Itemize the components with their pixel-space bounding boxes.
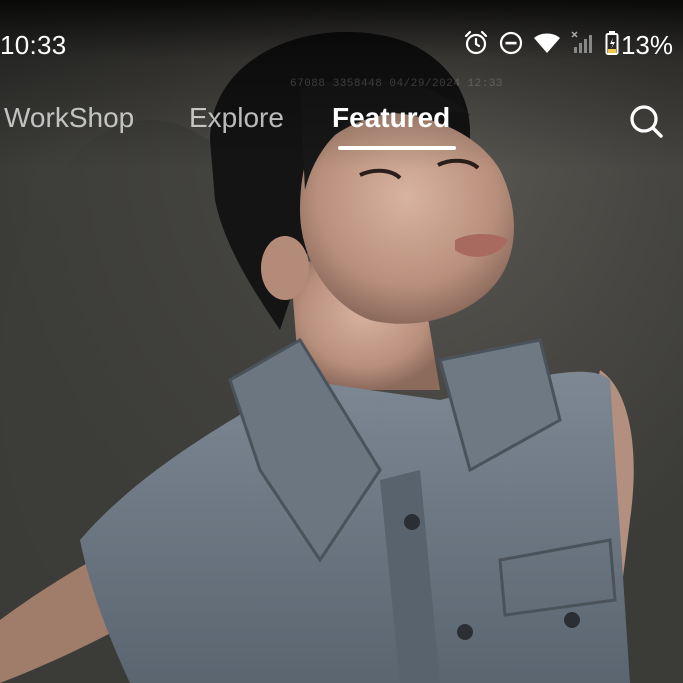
tab-featured[interactable]: Featured bbox=[332, 102, 450, 134]
battery-status: 13% bbox=[605, 30, 673, 61]
do-not-disturb-icon bbox=[499, 31, 523, 60]
status-time: 10:33 bbox=[0, 30, 67, 60]
status-bar: 10:33 13% bbox=[0, 0, 683, 90]
alarm-icon bbox=[463, 30, 489, 61]
signal-icon bbox=[571, 30, 595, 60]
tab-explore[interactable]: Explore bbox=[189, 102, 284, 134]
active-tab-indicator bbox=[338, 146, 456, 150]
search-button[interactable] bbox=[626, 101, 666, 141]
wifi-icon bbox=[533, 31, 561, 60]
battery-percent: 13% bbox=[620, 29, 673, 60]
tab-workshop[interactable]: WorkShop bbox=[4, 102, 134, 134]
search-icon bbox=[626, 105, 666, 145]
status-icons: 13% bbox=[463, 30, 673, 60]
battery-charging-icon bbox=[605, 30, 619, 61]
